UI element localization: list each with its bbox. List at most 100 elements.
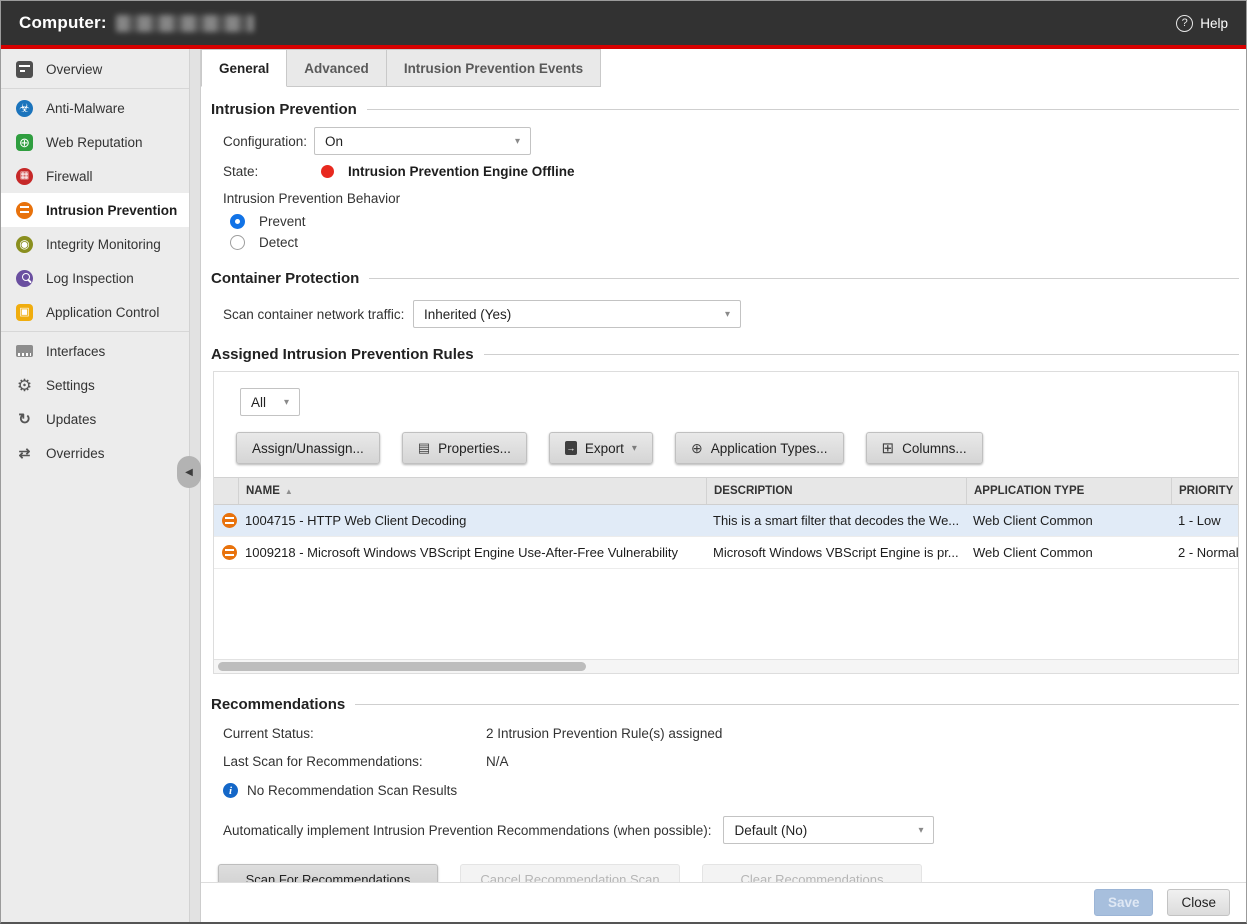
help-button[interactable]: ? Help — [1176, 15, 1228, 32]
current-status-label: Current Status: — [223, 726, 486, 741]
help-circle-icon: ? — [1176, 15, 1193, 32]
radio-detect-label: Detect — [259, 235, 298, 250]
column-header-description[interactable]: DESCRIPTION — [706, 478, 966, 504]
chevron-down-icon: ▾ — [515, 136, 520, 147]
properties-label: Properties... — [438, 441, 511, 456]
application-types-button[interactable]: Application Types... — [675, 432, 844, 464]
cell-application-type: Web Client Common — [966, 545, 1171, 560]
overview-icon — [16, 61, 33, 78]
sidebar-item-overrides[interactable]: Overrides — [1, 436, 189, 470]
sidebar-item-label: Integrity Monitoring — [46, 237, 161, 252]
configuration-value: On — [325, 134, 343, 149]
sidebar-item-label: Application Control — [46, 305, 159, 320]
properties-list-icon — [418, 441, 430, 455]
sidebar-collapse-handle[interactable]: ◀ — [177, 456, 201, 488]
assign-unassign-label: Assign/Unassign... — [252, 441, 364, 456]
window-title: Computer: — [19, 13, 107, 33]
sidebar: Overview Anti-Malware Web Reputation Fir… — [1, 49, 189, 922]
sidebar-item-settings[interactable]: Settings — [1, 368, 189, 402]
columns-grid-icon — [882, 441, 895, 456]
rules-table-header: NAME ▲ DESCRIPTION APPLICATION TYPE PRIO… — [214, 477, 1238, 505]
configuration-dropdown[interactable]: On ▾ — [314, 127, 531, 155]
anti-malware-icon — [16, 100, 33, 117]
export-button[interactable]: Export ▾ — [549, 432, 653, 464]
column-header-label: PRIORITY — [1179, 485, 1233, 497]
sidebar-item-label: Overrides — [46, 446, 105, 461]
sidebar-item-log-inspection[interactable]: Log Inspection — [1, 261, 189, 295]
sidebar-separator — [1, 331, 189, 332]
assign-unassign-button[interactable]: Assign/Unassign... — [236, 432, 380, 464]
section-title: Recommendations — [211, 696, 345, 713]
sidebar-item-anti-malware[interactable]: Anti-Malware — [1, 91, 189, 125]
sidebar-item-label: Anti-Malware — [46, 101, 125, 116]
save-button[interactable]: Save — [1094, 889, 1154, 916]
assigned-rules-panel: All ▾ Assign/Unassign... Properties... — [213, 371, 1239, 674]
column-header-application-type[interactable]: APPLICATION TYPE — [966, 478, 1171, 504]
auto-implement-dropdown[interactable]: Default (No) ▾ — [723, 816, 934, 844]
clear-recommendations-button[interactable]: Clear Recommendations — [702, 864, 922, 882]
sidebar-separator — [1, 88, 189, 89]
table-row[interactable]: 1009218 - Microsoft Windows VBScript Eng… — [214, 537, 1238, 569]
log-inspection-icon — [16, 270, 33, 287]
info-icon: i — [223, 783, 238, 798]
cell-application-type: Web Client Common — [966, 513, 1171, 528]
behavior-label: Intrusion Prevention Behavior — [211, 191, 1239, 206]
sidebar-item-firewall[interactable]: Firewall — [1, 159, 189, 193]
title-bar: Computer: ? Help — [1, 1, 1246, 45]
status-dot-red-icon — [321, 165, 334, 178]
export-file-icon — [565, 441, 577, 455]
state-value: Intrusion Prevention Engine Offline — [348, 164, 575, 179]
column-header-priority[interactable]: PRIORITY — [1171, 478, 1238, 504]
section-title: Assigned Intrusion Prevention Rules — [211, 346, 474, 363]
chevron-down-icon: ▾ — [284, 397, 289, 408]
table-row[interactable]: 1004715 - HTTP Web Client Decoding This … — [214, 505, 1238, 537]
sidebar-item-label: Updates — [46, 412, 96, 427]
cell-description: Microsoft Windows VBScript Engine is pr.… — [706, 545, 966, 560]
sidebar-item-label: Firewall — [46, 169, 93, 184]
sidebar-item-interfaces[interactable]: Interfaces — [1, 334, 189, 368]
last-scan-value: N/A — [486, 754, 509, 769]
tab-advanced[interactable]: Advanced — [287, 49, 387, 87]
cell-priority: 1 - Low — [1171, 513, 1238, 528]
sidebar-item-intrusion-prevention[interactable]: Intrusion Prevention — [1, 193, 189, 227]
sort-ascending-icon: ▲ — [285, 487, 293, 496]
sidebar-item-integrity-monitoring[interactable]: Integrity Monitoring — [1, 227, 189, 261]
section-title: Intrusion Prevention — [211, 101, 357, 118]
scrollbar-thumb[interactable] — [218, 662, 586, 671]
rules-filter-dropdown[interactable]: All ▾ — [240, 388, 300, 416]
column-header-name[interactable]: NAME ▲ — [238, 478, 706, 504]
radio-prevent[interactable] — [230, 214, 245, 229]
intrusion-prevention-rule-icon — [222, 545, 237, 560]
sidebar-item-overview[interactable]: Overview — [1, 52, 189, 86]
settings-icon — [16, 377, 33, 394]
header-icon-column — [214, 478, 238, 504]
sidebar-item-updates[interactable]: Updates — [1, 402, 189, 436]
auto-implement-value: Default (No) — [734, 823, 807, 838]
scan-container-dropdown[interactable]: Inherited (Yes) ▾ — [413, 300, 741, 328]
cell-name: 1004715 - HTTP Web Client Decoding — [238, 513, 706, 528]
sidebar-item-application-control[interactable]: Application Control — [1, 295, 189, 329]
radio-detect[interactable] — [230, 235, 245, 250]
columns-label: Columns... — [902, 441, 967, 456]
application-control-icon — [16, 304, 33, 321]
rules-filter-value: All — [251, 395, 266, 410]
tab-general[interactable]: General — [201, 49, 287, 87]
intrusion-prevention-rule-icon — [222, 513, 237, 528]
sidebar-item-web-reputation[interactable]: Web Reputation — [1, 125, 189, 159]
section-recommendations: Recommendations — [211, 696, 1239, 713]
tab-bar: General Advanced Intrusion Prevention Ev… — [201, 49, 1246, 87]
sidebar-item-label: Overview — [46, 62, 102, 77]
properties-button[interactable]: Properties... — [402, 432, 527, 464]
scan-container-label: Scan container network traffic: — [223, 307, 413, 322]
close-button[interactable]: Close — [1167, 889, 1230, 916]
scan-for-recommendations-button[interactable]: Scan For Recommendations — [218, 864, 438, 882]
last-scan-label: Last Scan for Recommendations: — [223, 754, 486, 769]
column-header-label: NAME — [246, 485, 280, 497]
cell-name: 1009218 - Microsoft Windows VBScript Eng… — [238, 545, 706, 560]
computer-name-redacted — [116, 15, 254, 32]
cancel-recommendation-scan-button[interactable]: Cancel Recommendation Scan — [460, 864, 680, 882]
tab-intrusion-prevention-events[interactable]: Intrusion Prevention Events — [387, 49, 601, 87]
horizontal-scrollbar[interactable] — [214, 659, 1238, 673]
current-status-value: 2 Intrusion Prevention Rule(s) assigned — [486, 726, 722, 741]
columns-button[interactable]: Columns... — [866, 432, 983, 464]
